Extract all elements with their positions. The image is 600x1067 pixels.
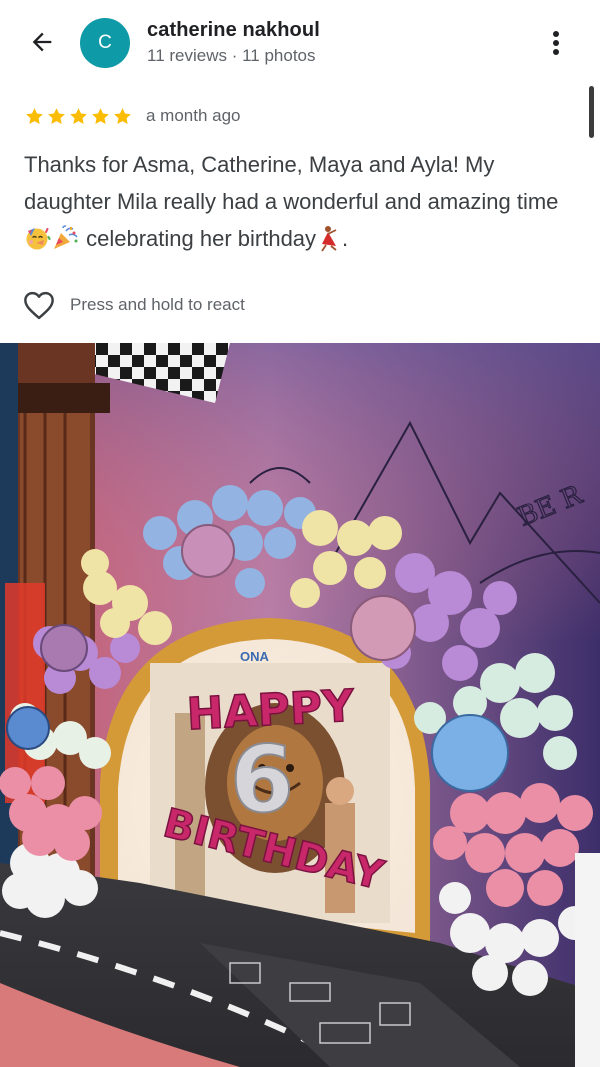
avatar[interactable]: C (80, 18, 130, 68)
arrow-back-icon (32, 32, 52, 52)
star-icon (26, 107, 43, 124)
review-text-part: celebrating her birthday (86, 226, 317, 251)
back-button[interactable] (22, 22, 62, 62)
review-date: a month ago (146, 106, 241, 125)
scrollbar-thumb[interactable] (589, 86, 594, 138)
react-label: Press and hold to react (70, 295, 245, 314)
party-popper-icon (54, 225, 78, 249)
heart-outline-icon (24, 291, 54, 320)
rating-row: a month ago (24, 103, 241, 129)
react-button[interactable]: Press and hold to react (22, 285, 245, 325)
review-text-part: Thanks for Asma, Catherine, Maya and Ayl… (24, 152, 559, 214)
more-options-button[interactable] (541, 26, 571, 60)
review-header: C catherine nakhoul 11 reviews · 11 phot… (0, 0, 600, 90)
star-icon (48, 107, 65, 124)
more-vert-icon (553, 31, 559, 55)
review-text: Thanks for Asma, Catherine, Maya and Ayl… (24, 146, 579, 257)
star-rating (24, 106, 133, 127)
star-icon (92, 107, 109, 124)
star-icon (70, 107, 87, 124)
dancer-icon (321, 226, 337, 252)
review-photo[interactable]: BE R ONA HAPPY 6 BIRTHDAY (0, 343, 600, 1067)
avatar-letter: C (98, 32, 112, 53)
review-text-end: . (342, 226, 349, 251)
partying-face-icon (26, 227, 51, 250)
star-icon (114, 107, 131, 124)
poster-tag: ONA (240, 649, 270, 664)
reviewer-name[interactable]: catherine nakhoul (147, 19, 320, 42)
reviewer-stats: 11 reviews · 11 photos (147, 46, 316, 65)
